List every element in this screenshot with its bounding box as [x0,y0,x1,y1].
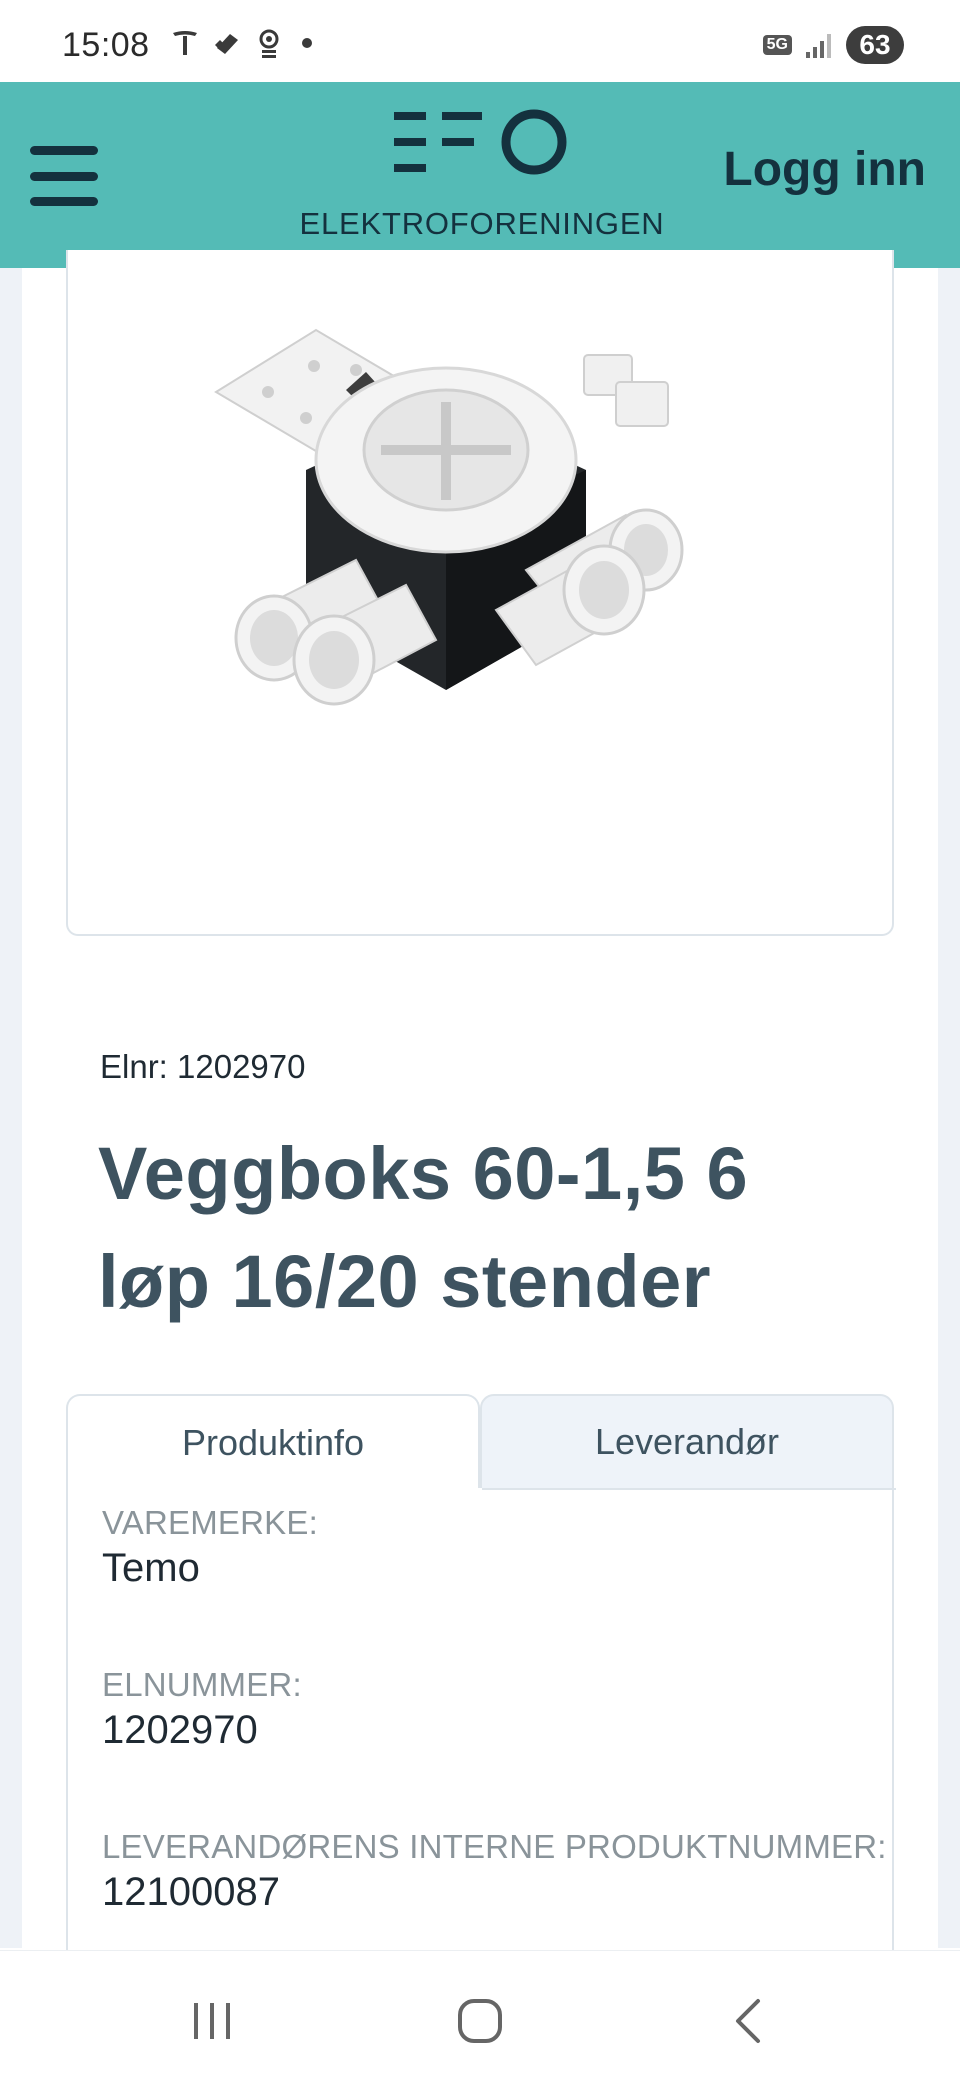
system-nav-bar [0,1950,960,2080]
field-elnummer: ELNUMMER: 1202970 [102,1666,302,1753]
product-title: Veggboks 60-1,5 6 løp 16/20 stender [98,1132,749,1323]
field-value: 1202970 [102,1708,258,1752]
location-pin-icon [259,29,279,58]
brand-name: ELEKTROFORENINGEN [299,206,665,241]
login-link[interactable]: Logg inn [723,142,926,197]
page-margin-left [0,268,22,1948]
field-label: VAREMERKE: [102,1504,318,1541]
signal-icon [806,34,831,58]
efo-logo-mark [394,109,567,175]
field-label: ELNUMMER: [102,1666,302,1703]
field-leverandor-produktnummer: LEVERANDØRENS INTERNE PRODUKTNUMMER: 121… [102,1828,887,1915]
status-time: 15:08 [62,26,150,64]
home-icon[interactable] [450,1991,510,2051]
status-system-icons: 5G 63 [762,26,904,64]
site-header: ELEKTROFORENINGEN Logg inn [0,82,960,268]
recent-apps-icon[interactable] [182,1991,242,2051]
tab-divider [482,1488,896,1490]
product-image[interactable] [196,310,736,770]
page-margin-right [938,268,960,1948]
cloud-icon [215,34,238,54]
status-notification-icons [170,28,312,58]
back-icon[interactable] [720,1991,780,2051]
field-value: Temo [102,1546,200,1590]
field-varemerke: VAREMERKE: Temo [102,1504,318,1591]
product-tabs: Produktinfo Leverandør [66,1394,894,1490]
tab-leverandor[interactable]: Leverandør [480,1394,894,1490]
product-image-card [66,250,894,936]
tab-produktinfo[interactable]: Produktinfo [66,1394,480,1490]
network-type-badge: 5G [762,35,792,55]
notification-dot-icon [302,38,312,48]
hamburger-menu-icon[interactable] [30,146,98,206]
status-bar: 15:08 5G 63 [0,0,960,82]
tab-panel-produktinfo: VAREMERKE: Temo ELNUMMER: 1202970 LEVERA… [66,1488,896,1958]
tesla-icon [173,31,197,55]
efo-logo[interactable]: ELEKTROFORENINGEN [292,108,672,248]
battery-indicator: 63 [846,26,904,64]
field-label: LEVERANDØRENS INTERNE PRODUKTNUMMER: [102,1828,887,1865]
field-value: 12100087 [102,1870,280,1914]
product-elnr: Elnr: 1202970 [100,1048,306,1085]
